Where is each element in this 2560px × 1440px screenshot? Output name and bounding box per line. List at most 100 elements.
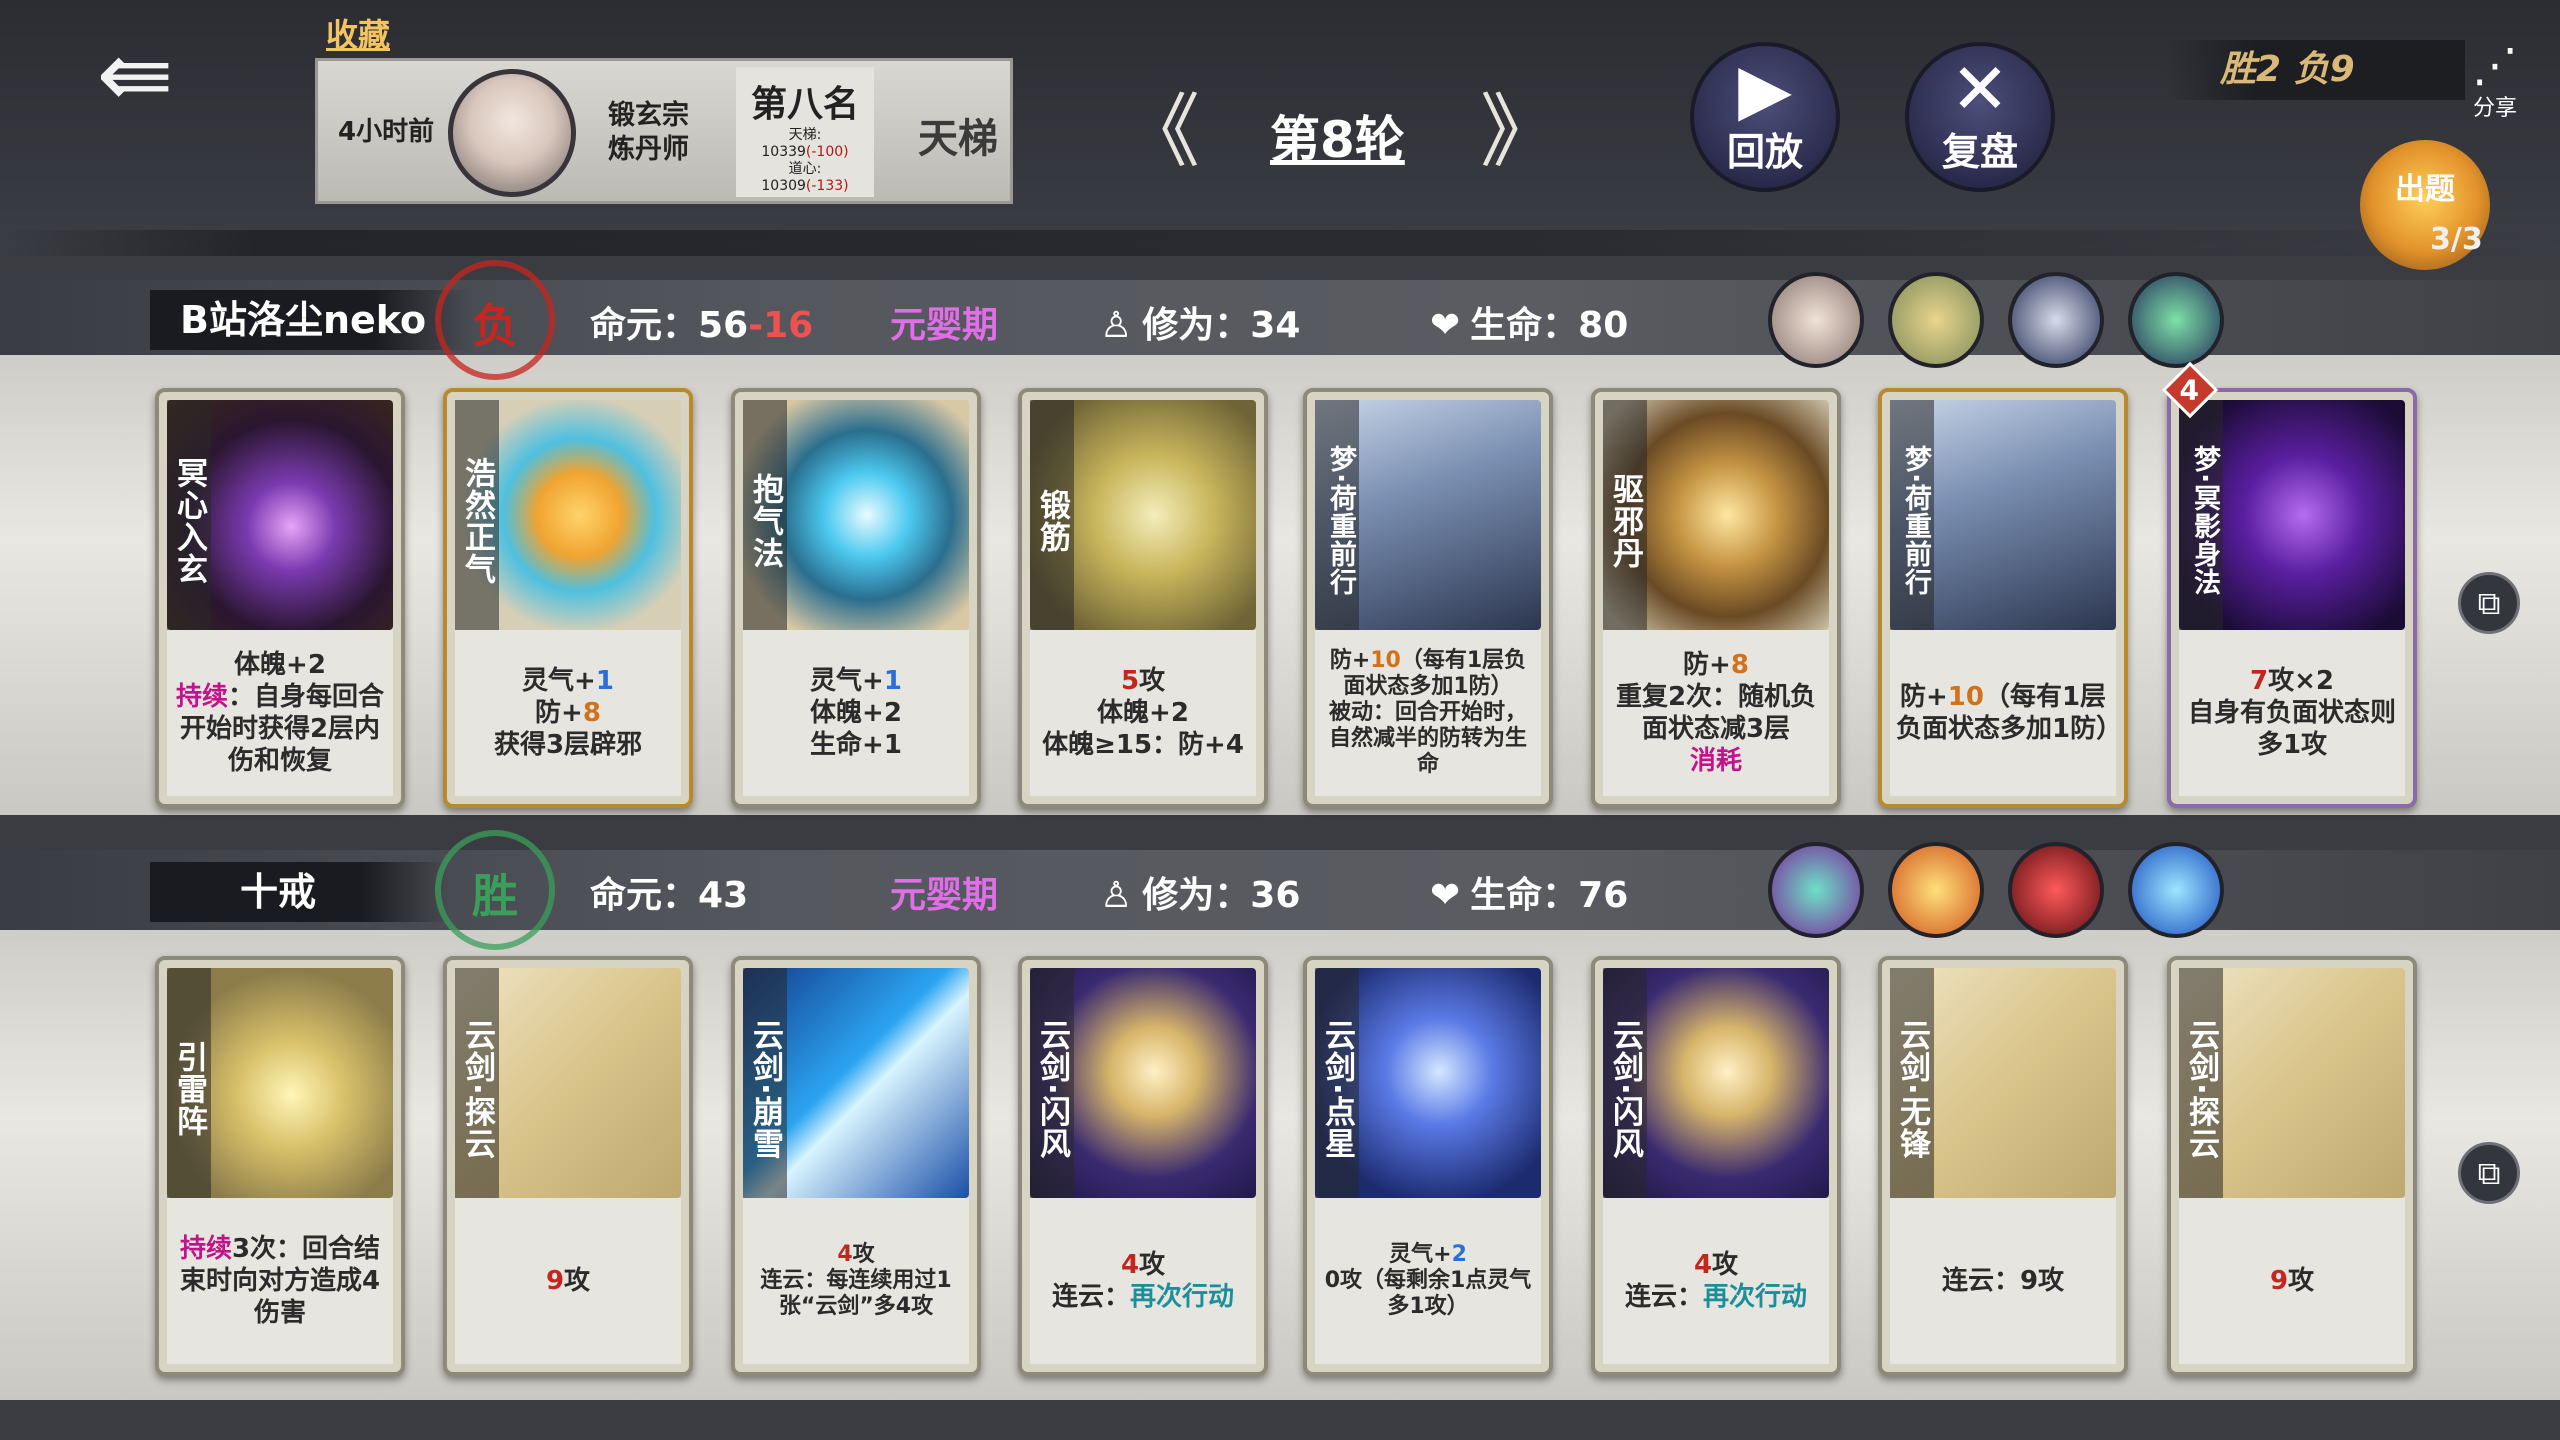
- opponent-role: 炼丹师: [608, 134, 689, 165]
- card-line: 连云：9攻: [1941, 1266, 2065, 1296]
- opponent-info-panel[interactable]: 4小时前 锻玄宗 炼丹师 第八名 天梯: 10339(-100) 道心: 103…: [315, 58, 1013, 204]
- copy-icon[interactable]: ⧉: [2458, 572, 2520, 634]
- card-name: 冥心入玄: [167, 400, 211, 630]
- player1-avatar-3[interactable]: [2008, 272, 2104, 368]
- card-name: 云剑·崩雪: [743, 968, 787, 1198]
- ladder-label: 天梯:: [788, 127, 822, 143]
- card-line: 攻: [2288, 1266, 2315, 1296]
- card-name: 引雷阵: [167, 968, 211, 1198]
- player1-card-7[interactable]: 梦·荷重前行 防+10（每有1层负面状态多加1防）: [1878, 388, 2128, 808]
- card-name: 浩然正气: [455, 400, 499, 630]
- player2-avatar-1[interactable]: [1768, 842, 1864, 938]
- player2-card-7[interactable]: 云剑·无锋 连云：9攻: [1878, 956, 2128, 1376]
- card-line: 体魄+2: [810, 698, 902, 728]
- card-text: 防+10（每有1层负面状态多加1防） 被动：回合开始时，自然减半的防转为生命: [1315, 630, 1541, 796]
- card-text: 灵气+1 防+8 获得3层辟邪: [455, 630, 681, 796]
- card-line: 体魄+2: [234, 650, 326, 680]
- ink-brush-decoration: [0, 230, 2560, 256]
- player2-card-5[interactable]: 云剑·点星 灵气+2 0攻（每剩余1点灵气多1攻）: [1303, 956, 1553, 1376]
- player1-avatar-2[interactable]: [1888, 272, 1984, 368]
- card-name: 锻筋: [1030, 400, 1074, 630]
- card-text: 持续3次：回合结束时向对方造成4伤害: [167, 1198, 393, 1364]
- player1-card-8[interactable]: 梦·冥影身法 7攻×2 自身有负面状态则多1攻: [2167, 388, 2417, 808]
- copy-icon[interactable]: ⧉: [2458, 1142, 2520, 1204]
- review-button[interactable]: ✕ 复盘: [1905, 42, 2055, 192]
- card-text: 连云：9攻: [1890, 1198, 2116, 1364]
- play-icon: ▶: [1738, 48, 1792, 130]
- collect-link[interactable]: 收藏: [326, 10, 390, 56]
- player2-avatar-2[interactable]: [1888, 842, 1984, 938]
- card-line: 防+: [535, 698, 583, 728]
- share-icon: ⋰: [2472, 38, 2518, 92]
- meditation-icon: ♙: [1100, 875, 1133, 916]
- card-line: 攻: [852, 1242, 875, 1267]
- card-text: 4攻 连云：再次行动: [1030, 1198, 1256, 1364]
- ladder-mode-label: 天梯: [918, 116, 998, 162]
- share-button[interactable]: ⋰ 分享: [2460, 40, 2530, 122]
- player1-life-label: 命元：: [590, 305, 699, 346]
- heart-icon: ❤: [1430, 305, 1461, 346]
- player2-result-badge: 胜: [435, 830, 555, 950]
- player2-life: 命元：43: [590, 866, 748, 918]
- card-name: 云剑·闪风: [1030, 968, 1074, 1198]
- opponent-sect-name: 锻玄宗: [608, 100, 689, 131]
- card-line: 获得3层辟邪: [493, 730, 643, 760]
- player1-card-6[interactable]: 驱邪丹 防+8 重复2次：随机负面状态减3层 消耗: [1591, 388, 1841, 808]
- heart-icon: ❤: [1430, 875, 1461, 916]
- daoxin-label: 道心:: [788, 161, 822, 177]
- player1-avatar-4[interactable]: [2128, 272, 2224, 368]
- daoxin-score: 道心: 10309(-133): [736, 161, 874, 195]
- card-text: 体魄+2 持续：自身每回合开始时获得2层内伤和恢复: [167, 630, 393, 796]
- player2-card-1[interactable]: 引雷阵 持续3次：回合结束时向对方造成4伤害: [155, 956, 405, 1376]
- player1-life-base: 56: [698, 305, 749, 346]
- card-name: 梦·荷重前行: [1890, 400, 1934, 630]
- card-line: 重复2次：随机负面状态减3层: [1615, 682, 1817, 744]
- player1-cultivation: ♙ 修为：34: [1100, 296, 1300, 348]
- card-name: 云剑·闪风: [1603, 968, 1647, 1198]
- opponent-sect: 锻玄宗 炼丹师: [608, 99, 689, 167]
- card-line: 0攻（每剩余1点灵气多1攻）: [1324, 1268, 1532, 1319]
- card-text: 5攻 体魄+2 体魄≥15：防+4: [1030, 630, 1256, 796]
- player1-card-2[interactable]: 浩然正气 灵气+1 防+8 获得3层辟邪: [443, 388, 693, 808]
- back-arrow-icon[interactable]: ⇚: [70, 29, 200, 121]
- player2-avatar-4[interactable]: [2128, 842, 2224, 938]
- player2-hp-value: 生命：76: [1470, 875, 1629, 916]
- replay-label: 回放: [1726, 130, 1803, 174]
- card-line: 攻: [1139, 1250, 1166, 1280]
- player1-card-4[interactable]: 锻筋 5攻 体魄+2 体魄≥15：防+4: [1018, 388, 1268, 808]
- card-value: 10: [1947, 682, 1984, 712]
- player2-card-4[interactable]: 云剑·闪风 4攻 连云：再次行动: [1018, 956, 1268, 1376]
- card-keyword: 再次行动: [1130, 1282, 1235, 1312]
- next-round-chevron-icon[interactable]: 》: [1480, 92, 1560, 172]
- player1-hp-value: 生命：80: [1470, 305, 1629, 346]
- player1-hp: ❤ 生命：80: [1430, 296, 1628, 348]
- card-value: 9: [2269, 1266, 2289, 1296]
- player2-card-2[interactable]: 云剑·探云 9攻: [443, 956, 693, 1376]
- previous-round-chevron-icon[interactable]: 《: [1120, 92, 1200, 172]
- card-line: 灵气+: [810, 666, 884, 696]
- card-text: 防+8 重复2次：随机负面状态减3层 消耗: [1603, 630, 1829, 796]
- card-value: 4: [1120, 1250, 1140, 1280]
- card-text: 4攻 连云：每连续用过1张“云剑”多4攻: [743, 1198, 969, 1364]
- replay-button[interactable]: ▶ 回放: [1690, 42, 1840, 192]
- card-text: 防+10（每有1层负面状态多加1防）: [1890, 630, 2122, 796]
- daoxin-delta: (-133): [805, 178, 849, 194]
- player2-card-3[interactable]: 云剑·崩雪 4攻 连云：每连续用过1张“云剑”多4攻: [731, 956, 981, 1376]
- card-name: 云剑·点星: [1315, 968, 1359, 1198]
- player1-card-5[interactable]: 梦·荷重前行 防+10（每有1层负面状态多加1防） 被动：回合开始时，自然减半的防…: [1303, 388, 1553, 808]
- player2-realm: 元婴期: [890, 875, 999, 916]
- opponent-rank: 第八名: [750, 84, 859, 125]
- player1-card-1[interactable]: 冥心入玄 体魄+2 持续：自身每回合开始时获得2层内伤和恢复: [155, 388, 405, 808]
- player1-avatar-1[interactable]: [1768, 272, 1864, 368]
- player2-avatar-3[interactable]: [2008, 842, 2104, 938]
- player1-life: 命元：56-16: [590, 296, 813, 348]
- player1-card-3[interactable]: 抱气法 灵气+1 体魄+2 生命+1: [731, 388, 981, 808]
- opponent-avatar: [448, 69, 576, 197]
- review-label: 复盘: [1941, 130, 2018, 174]
- player2-card-8[interactable]: 云剑·探云 9攻: [2167, 956, 2417, 1376]
- player2-card-6[interactable]: 云剑·闪风 4攻 连云：再次行动: [1591, 956, 1841, 1376]
- card-line: 攻: [1712, 1250, 1739, 1280]
- card-line: 攻×2: [2268, 666, 2334, 696]
- card-value: 1: [595, 666, 614, 696]
- card-line: 防+: [1329, 648, 1371, 673]
